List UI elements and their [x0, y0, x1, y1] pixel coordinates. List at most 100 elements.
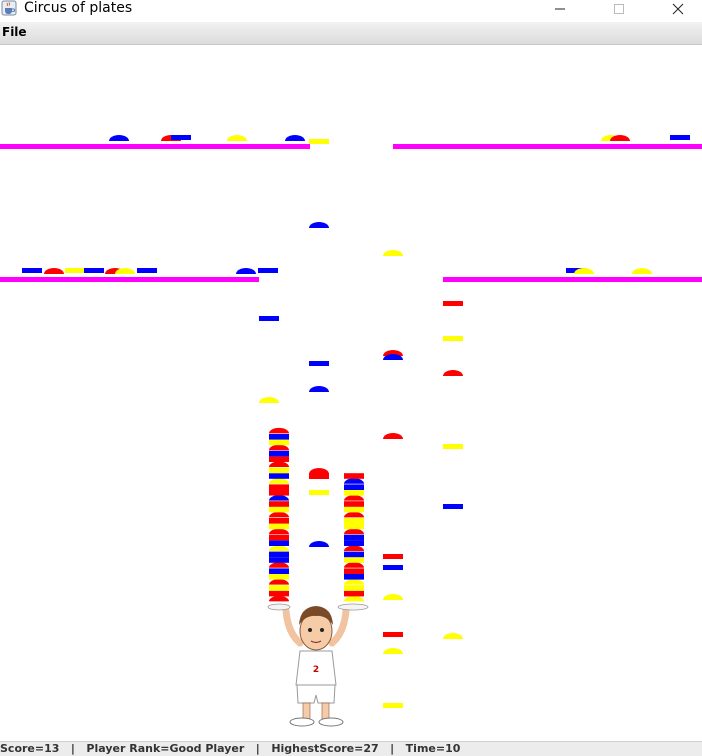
falling-plate — [443, 504, 463, 509]
falling-plate — [383, 554, 403, 559]
stacked-plate — [269, 501, 289, 507]
window-title: Circus of plates — [24, 0, 133, 16]
stacked-plate — [269, 456, 289, 462]
stacked-plate — [344, 551, 364, 558]
stacked-plate — [269, 444, 289, 451]
stacked-plate — [269, 585, 289, 591]
stacked-plate — [269, 427, 289, 434]
clown-left-shoe — [289, 717, 315, 727]
stacked-plate — [269, 439, 289, 446]
player-rank-text: Player Rank=Good Player — [86, 742, 245, 755]
falling-plate — [443, 336, 463, 341]
stacked-plate — [269, 473, 289, 479]
stacked-plate — [269, 478, 289, 484]
stacked-plate — [344, 501, 364, 507]
falling-plate — [309, 222, 329, 228]
time-text: Time=10 — [405, 742, 461, 755]
clown-player[interactable]: 2 — [267, 603, 369, 727]
stacked-plate — [269, 540, 289, 546]
clown-right-leg — [321, 702, 330, 721]
shelf-top-right — [393, 144, 702, 149]
shelf-plate — [670, 135, 690, 140]
stacked-plate — [269, 568, 289, 574]
stacked-plate — [344, 484, 364, 490]
clown-left-hand-plate — [267, 603, 291, 611]
stacked-plate — [269, 434, 289, 440]
stacks-layer — [269, 427, 364, 602]
falling-plate — [443, 301, 463, 306]
stacked-plate — [269, 495, 289, 501]
stacked-plate — [344, 490, 364, 496]
stacked-plate — [344, 478, 364, 484]
highest-score-text: HighestScore=27 — [271, 742, 379, 755]
shelf-plate — [22, 268, 42, 273]
stacked-plate — [344, 506, 364, 513]
clown-shirt-number: 2 — [313, 665, 319, 675]
shelf-plate — [109, 135, 129, 141]
shelf-bottom-right — [443, 277, 702, 282]
shelf-plate — [258, 268, 278, 273]
falling-plate — [309, 139, 329, 144]
clown-right-arm — [328, 607, 350, 647]
stacked-plate — [269, 534, 289, 541]
stacked-plate — [344, 528, 364, 535]
score-text: Score=13 — [0, 742, 60, 755]
falling-plate — [259, 397, 279, 403]
falling-plate — [383, 594, 403, 600]
falling-plate — [383, 433, 403, 439]
stacked-plate — [269, 467, 289, 474]
clown-right-eye — [320, 628, 324, 632]
right-hand-stack — [344, 473, 364, 602]
close-icon — [672, 3, 684, 15]
left-hand-stack — [269, 427, 289, 602]
stacked-plate — [269, 595, 289, 602]
falling-plate — [309, 361, 329, 366]
falling-plate — [383, 632, 403, 637]
stacked-plate — [344, 590, 364, 597]
falling-plate — [383, 250, 403, 256]
plates-layer — [22, 135, 690, 708]
clown-right-shoe — [318, 717, 344, 727]
stacked-plate — [269, 579, 289, 585]
stacked-plate — [344, 511, 364, 518]
game-canvas[interactable]: 2 — [0, 45, 702, 741]
java-cup-icon — [1, 0, 17, 16]
shelf-plate — [285, 135, 305, 141]
stacked-plate — [269, 562, 289, 568]
stacked-plate — [344, 518, 364, 524]
status-line: Score=13 | Player Rank=Good Player | Hig… — [0, 742, 461, 755]
shelf-plate — [171, 135, 191, 140]
falling-plate — [443, 444, 463, 449]
close-button[interactable] — [656, 0, 700, 18]
falling-plate — [309, 474, 329, 479]
shelf-plate — [227, 135, 247, 141]
stacked-plate — [269, 574, 289, 580]
falling-plate — [443, 370, 463, 376]
stacked-plate — [344, 562, 364, 568]
falling-plate — [443, 633, 463, 639]
stacked-plate — [344, 495, 364, 501]
stacked-plate — [344, 568, 364, 574]
stacked-plate — [344, 540, 364, 546]
stacked-plate — [344, 545, 364, 551]
falling-plate — [309, 541, 329, 547]
stacked-plate — [344, 534, 364, 541]
stacked-plate — [269, 523, 289, 530]
shelf-plate — [65, 268, 85, 273]
clown-left-arm — [282, 607, 304, 647]
shelf-plate — [44, 268, 64, 274]
stacked-plate — [344, 574, 364, 580]
clown-shorts — [296, 684, 336, 704]
shelf-plate — [137, 268, 157, 273]
maximize-button[interactable] — [597, 0, 641, 18]
falling-plate — [309, 386, 329, 392]
minimize-button[interactable] — [538, 0, 582, 18]
stacked-plate — [269, 557, 289, 563]
stacked-plate — [269, 545, 289, 551]
stacked-plate — [344, 523, 364, 530]
title-bar: Circus of plates — [0, 0, 702, 22]
shelf-plate — [236, 268, 256, 274]
shelf-top-left — [0, 144, 310, 149]
shelf-plate — [84, 268, 104, 273]
menu-file[interactable]: File — [2, 25, 27, 39]
